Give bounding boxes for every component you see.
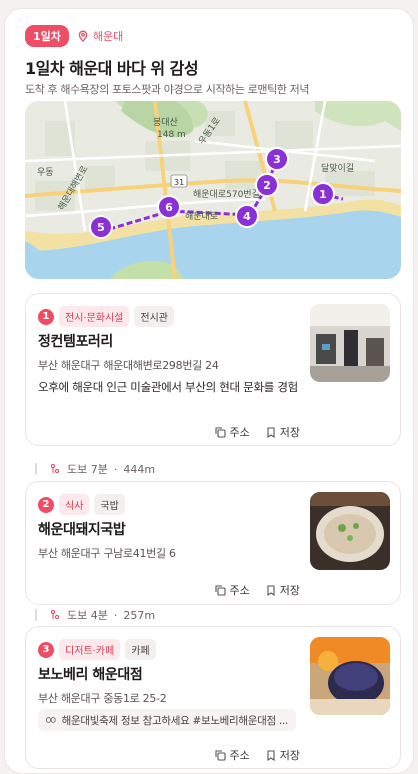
map-label-road1: 해운대로570번길 [193,189,260,200]
day-title: 1일차 해운대 바다 위 감성 [25,59,199,78]
place-photo[interactable] [310,637,390,715]
bookmark-icon [267,584,275,596]
address-button[interactable]: 주소 [214,582,250,598]
place-address: 부산 해운대구 중동1로 25-2 [38,692,167,705]
map-marker-3[interactable]: 3 [265,147,289,171]
subcategory-badge: 전시관 [134,306,174,327]
map-label-area2: 달맞이길 [321,162,354,174]
bookmark-icon [267,749,275,761]
map-label-elevation: 148 m [157,130,186,140]
place-address: 부산 해운대구 해운대해변로298번길 24 [38,359,219,372]
map-route-shield: 31 [174,178,184,187]
day-subtitle: 도착 후 해수욕장의 포토스팟과 야경으로 시작하는 로맨틱한 저녁 [25,83,310,96]
category-badge: 식사 [59,494,90,515]
address-button[interactable]: 주소 [214,747,250,763]
subcategory-badge: 카페 [125,639,156,660]
walk-segment-1: 도보 7분 · 444m [35,461,155,477]
location-pin-icon [78,30,88,42]
place-photo[interactable] [310,492,390,570]
place-number: 2 [38,496,54,513]
location-tag: 해운대 [77,28,123,44]
place-name[interactable]: 정컨템포러리 [38,331,113,351]
day-badge: 1일차 [25,25,69,47]
map-label-mountain: 봉대산 [153,117,178,128]
map-label-area1: 우동 [37,167,54,178]
map-label-area4: 해운대로 [185,211,218,222]
walking-icon [50,609,60,620]
place-card-1[interactable]: 1 전시·문화시설 전시관 정컨템포러리 부산 해운대구 해운대해변로298번길… [25,293,401,446]
copy-icon [214,426,226,438]
svg-text:6: 6 [165,201,173,214]
map-marker-4[interactable]: 4 [235,204,259,228]
place-number: 3 [38,641,54,658]
place-name[interactable]: 해운대돼지국밥 [38,519,126,539]
route-map[interactable]: 봉대산 148 m 우동 달맞이길 해운대로570번길 해운대해변로 우동1로 … [25,101,401,279]
place-tip: 해운대빛축제 정보 참고하세요 #보노베리해운대점 ... [38,709,296,731]
place-address: 부산 해운대구 구남로41번길 6 [38,547,176,560]
map-marker-6[interactable]: 6 [157,195,181,219]
svg-text:2: 2 [263,179,271,192]
bookmark-icon [267,426,275,438]
svg-text:5: 5 [97,221,105,234]
place-description: 오후에 해운대 인근 미술관에서 부산의 현대 문화를 경험 [38,380,298,394]
map-marker-1[interactable]: 1 [311,182,335,206]
walk-distance: 257m [123,608,156,622]
place-number: 1 [38,308,54,325]
walk-distance: 444m [123,462,156,476]
address-button[interactable]: 주소 [214,424,250,440]
walking-icon [50,463,60,474]
subcategory-badge: 국밥 [94,494,125,515]
svg-text:3: 3 [273,153,281,166]
walk-segment-2: 도보 4분 · 257m [35,607,155,623]
place-name[interactable]: 보노베리 해운대점 [38,664,143,684]
copy-icon [214,749,226,761]
location-label: 해운대 [92,30,124,43]
map-marker-2[interactable]: 2 [255,173,279,197]
place-card-2[interactable]: 2 식사 국밥 해운대돼지국밥 부산 해운대구 구남로41번길 6 주소 저장 [25,481,401,605]
walk-mode: 도보 4분 [67,609,108,622]
category-badge: 전시·문화시설 [59,306,130,327]
day-header: 1일차 해운대 [25,25,123,47]
category-badge: 디저트·카페 [59,639,121,660]
place-photo[interactable] [310,304,390,382]
place-card-3[interactable]: 3 디저트·카페 카페 보노베리 해운대점 부산 해운대구 중동1로 25-2 … [25,626,401,769]
walk-mode: 도보 7분 [67,463,108,476]
link-icon [46,717,56,723]
svg-text:1: 1 [319,188,327,201]
save-button[interactable]: 저장 [266,424,300,440]
save-button[interactable]: 저장 [266,582,300,598]
copy-icon [214,584,226,596]
day-card: 1일차 해운대 1일차 해운대 바다 위 감성 도착 후 해수욕장의 포토스팟과… [4,8,414,774]
svg-text:4: 4 [243,210,251,223]
save-button[interactable]: 저장 [266,747,300,763]
map-marker-5[interactable]: 5 [89,215,113,239]
